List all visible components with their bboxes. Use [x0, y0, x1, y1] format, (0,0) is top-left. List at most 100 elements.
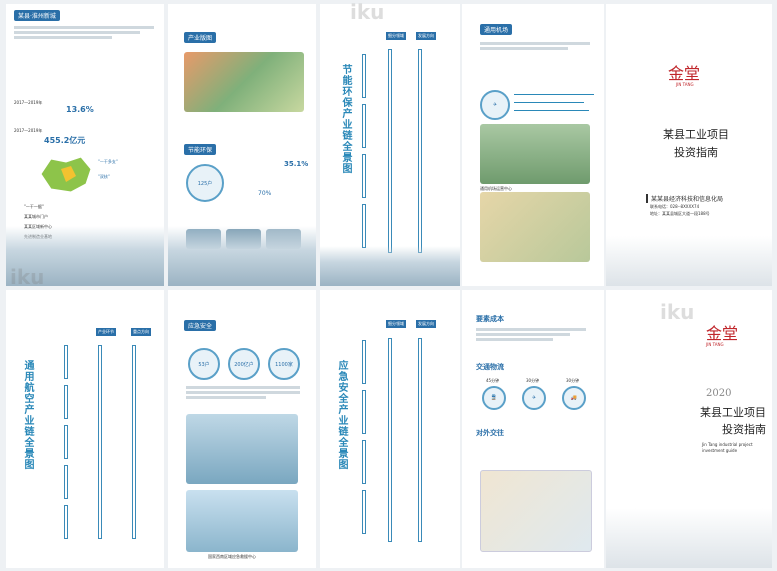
section-title-cost: 要素成本 — [476, 315, 504, 323]
chain-aviation-node-2 — [64, 385, 68, 419]
bullet-2: 某某城市门户 — [24, 214, 48, 219]
industry-map-image — [184, 52, 304, 112]
chain-aviation-title: 通用航空产业链全景图 — [22, 360, 33, 470]
map-label-2: "一干多支" — [98, 159, 118, 164]
chain-safety-node-3 — [362, 440, 366, 484]
panel-chain-eco: 节能环保产业链全景图 细分领域 发展方向 — [320, 4, 460, 286]
time-1: 45分钟 — [486, 378, 500, 383]
chain-safety-node-1 — [362, 340, 366, 384]
region-map-icon — [40, 156, 92, 193]
chain-aviation-col-2 — [132, 345, 136, 539]
transport-icon-1: 🚆 — [482, 386, 506, 410]
chain-aviation-col-1 — [98, 345, 102, 539]
chain-eco-node-1 — [362, 54, 366, 98]
cover-org: 某某县经济科技和信息化局 — [646, 194, 723, 203]
safety-stat-1: 53户 — [198, 361, 210, 368]
cover-phone: 联系电话：028--8XXXX74 — [650, 204, 700, 209]
stat-circle-3: 1100家 — [268, 348, 300, 380]
chain-safety-node-4 — [362, 490, 366, 534]
section-title-logistics: 交通物流 — [476, 363, 504, 371]
bullet-1: "一干一据" — [24, 204, 44, 209]
safety-stat-2: 200亿户 — [234, 361, 254, 368]
cover-en-2: investment guide — [702, 448, 738, 453]
chain-safety-col-2 — [418, 338, 422, 542]
chain-safety-colhead-2: 发展方向 — [416, 320, 436, 328]
section-title-relations: 对外交往 — [476, 429, 504, 437]
logo-glyph: 金堂 — [668, 64, 701, 83]
chain-safety-col-1 — [388, 338, 392, 542]
safety-photo-1 — [186, 414, 298, 484]
bar-2 — [514, 102, 584, 103]
transport-icon-3: 🚚 — [562, 386, 586, 410]
logo-sub: JIN TANG — [676, 82, 694, 87]
logo-sub-2: JIN TANG — [706, 342, 724, 347]
chain-eco-node-4 — [362, 204, 366, 248]
transport-icon-2: ✈ — [522, 386, 546, 410]
chain-eco-col-1 — [388, 49, 392, 253]
chain-eco-colhead-1: 细分领域 — [386, 32, 406, 40]
airport-photo-caption: 通用机场运营中心 — [480, 186, 512, 191]
regional-map-image — [480, 470, 592, 552]
stat-circle-2: 200亿户 — [228, 348, 260, 380]
cover-bottom-skyline — [606, 508, 772, 568]
chain-aviation-node-1 — [64, 345, 68, 379]
panel-city-overview: 某县·淮州新城 2017—2019年 13.6% 2017—2019年 455.… — [6, 4, 164, 286]
stat1-label: 2017—2019年 — [14, 100, 43, 105]
center-value-circle: 125户 — [186, 164, 224, 202]
policy-text — [480, 40, 590, 52]
chain-aviation-colhead-1: 产业环节 — [96, 328, 116, 336]
section-title-policy: 通用机场 — [480, 24, 513, 35]
logo-glyph-2: 金堂 — [706, 324, 739, 343]
center-value: 125户 — [197, 180, 213, 187]
section-title-industry: 产业版图 — [184, 32, 217, 43]
cover-title-2: 投资指南 — [674, 146, 718, 159]
chain-aviation-colhead-2: 重点方向 — [131, 328, 151, 336]
city-skyline-image-3 — [320, 246, 460, 286]
stat2-value: 455.2亿元 — [44, 136, 86, 145]
stat2-label: 2017—2019年 — [14, 128, 43, 133]
cover-address: 地址：某某县城区大道一段188号 — [650, 211, 710, 216]
panel-cover-top: 金堂 JIN TANG 某县工业项目 投资指南 某某县经济科技和信息化局 联系电… — [606, 4, 772, 286]
chain-eco-title: 节能环保产业链全景图 — [340, 64, 351, 174]
section-title-city: 某县·淮州新城 — [14, 10, 60, 21]
panel-industry-map: 产业版图 节能环保 125户 35.1% 70% — [168, 4, 316, 286]
cost-text — [476, 326, 586, 343]
chain-eco-col-2 — [418, 49, 422, 253]
cover-title-1: 某县工业项目 — [663, 128, 729, 141]
section-subtitle-eco: 节能环保 — [184, 144, 217, 155]
cover-year: 2020 — [706, 388, 732, 399]
chain-aviation-node-4 — [64, 465, 68, 499]
safety-text — [186, 384, 300, 401]
airport-photo — [480, 124, 590, 184]
chain-eco-node-2 — [362, 104, 366, 148]
panel-policy: 通用机场 ✈ 通用机场运营中心 — [462, 4, 604, 286]
intro-text — [14, 24, 154, 41]
cover-bottom-title-2: 投资指南 — [722, 423, 766, 436]
plane-icon: ✈ — [480, 90, 510, 120]
bar-1 — [514, 94, 594, 95]
panel-safety: 应急安全 53户 200亿户 1100家 国家西南区域应急救援中心 — [168, 290, 316, 568]
stat1-value: 13.6% — [66, 105, 94, 114]
bar-3 — [514, 110, 589, 111]
chain-aviation-node-5 — [64, 505, 68, 539]
city-skyline-image — [6, 226, 164, 286]
chain-safety-colhead-1: 细分领域 — [386, 320, 406, 328]
map-label-3: "双核" — [98, 174, 110, 179]
city-skyline-image-2 — [168, 226, 316, 286]
chain-aviation-node-3 — [64, 425, 68, 459]
stat-circle-1: 53户 — [188, 348, 220, 380]
cover-skyline — [606, 236, 772, 286]
chain-eco-colhead-2: 发展方向 — [416, 32, 436, 40]
safety-stat-3: 1100家 — [275, 361, 293, 368]
pct2-value: 70% — [258, 190, 272, 197]
safety-caption: 国家西南区域应急救援中心 — [208, 554, 256, 559]
panel-chain-safety: 应急安全产业链全景图 细分领域 发展方向 — [320, 290, 460, 568]
chain-eco-node-3 — [362, 154, 366, 198]
panel-cover-bottom: 金堂 JIN TANG 2020 某县工业项目 投资指南 Jin Tang in… — [606, 290, 772, 568]
safety-photo-2 — [186, 490, 298, 552]
panel-cost-logistics: 要素成本 交通物流 45分钟 30分钟 30分钟 🚆 ✈ 🚚 对外交往 — [462, 290, 604, 568]
location-map-image — [480, 192, 590, 262]
section-title-safety: 应急安全 — [184, 320, 217, 331]
cover-bottom-title-1: 某县工业项目 — [700, 406, 766, 419]
time-3: 30分钟 — [566, 378, 580, 383]
